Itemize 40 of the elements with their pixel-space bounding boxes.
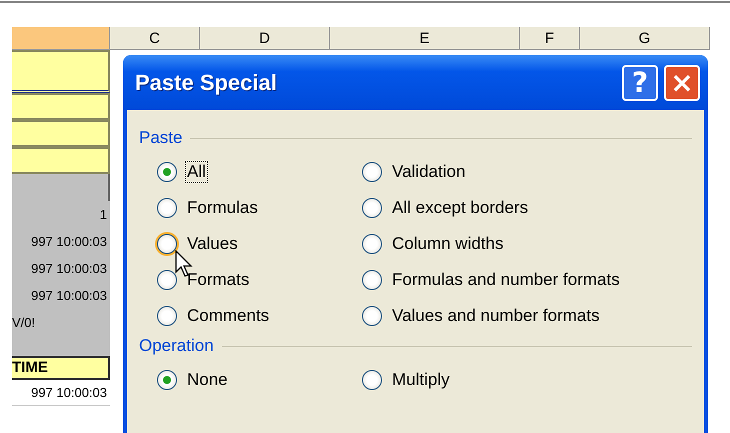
- column-header[interactable]: E: [330, 27, 520, 50]
- table-cell: 1: [12, 201, 110, 228]
- option-label[interactable]: None: [185, 369, 230, 391]
- column-header[interactable]: G: [580, 27, 710, 50]
- option-label[interactable]: Formulas: [185, 197, 260, 219]
- table-cell: 997 10:00:03: [12, 228, 110, 255]
- column-header[interactable]: F: [520, 27, 580, 50]
- radio-button[interactable]: [157, 162, 177, 182]
- radio-button[interactable]: [157, 306, 177, 326]
- radio-button[interactable]: [362, 306, 382, 326]
- option-label[interactable]: Comments: [185, 305, 272, 327]
- help-button[interactable]: ?: [622, 64, 658, 100]
- table-cell: 997 10:00:03: [12, 282, 110, 309]
- option-label[interactable]: Multiply: [390, 369, 452, 391]
- radio-button[interactable]: [362, 270, 382, 290]
- radio-button[interactable]: [362, 198, 382, 218]
- table-cell: 997 10:00:03: [12, 380, 110, 406]
- radio-button[interactable]: [157, 370, 177, 390]
- option-label[interactable]: Formulas and number formats: [390, 269, 622, 291]
- option-label[interactable]: Values: [185, 233, 240, 255]
- radio-button[interactable]: [362, 370, 382, 390]
- option-label[interactable]: Formats: [185, 269, 252, 291]
- group-label: Operation: [139, 336, 214, 356]
- table-cell: V/0!: [12, 309, 110, 336]
- option-label[interactable]: Validation: [390, 161, 468, 183]
- option-label[interactable]: Values and number formats: [390, 305, 602, 327]
- column-header[interactable]: D: [200, 27, 330, 50]
- window-title: Paste Special: [135, 70, 278, 96]
- close-button[interactable]: ×: [664, 64, 700, 100]
- table-cell: TIME: [12, 356, 110, 380]
- option-label[interactable]: Column widths: [390, 233, 506, 255]
- radio-button[interactable]: [362, 162, 382, 182]
- table-cell: 997 10:00:03: [12, 255, 110, 282]
- option-label[interactable]: All except borders: [390, 197, 530, 219]
- radio-button[interactable]: [362, 234, 382, 254]
- column-header[interactable]: C: [110, 27, 200, 50]
- option-label[interactable]: All: [185, 161, 208, 183]
- group-label: Paste: [139, 128, 182, 148]
- radio-button[interactable]: [157, 198, 177, 218]
- radio-button[interactable]: [157, 270, 177, 290]
